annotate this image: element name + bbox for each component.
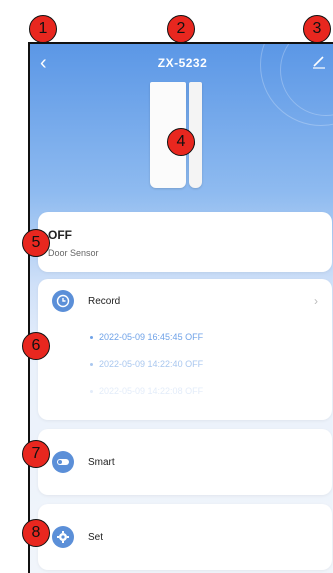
set-card[interactable]: Set [38, 504, 332, 570]
record-entry: 2022-05-09 16:45:45 OFF [90, 332, 203, 342]
annotation-marker-4: 4 [167, 128, 195, 156]
status-value: OFF [48, 228, 72, 242]
record-card[interactable]: Record › 2022-05-09 16:45:45 OFF 2022-05… [38, 279, 332, 420]
record-entry: 2022-05-09 14:22:40 OFF [90, 359, 203, 369]
status-card: OFF Door Sensor [38, 212, 332, 272]
annotation-marker-8: 8 [22, 519, 50, 547]
record-label: Record [88, 296, 121, 307]
annotation-marker-3: 3 [303, 15, 331, 43]
page-title: ZX-5232 [157, 56, 208, 70]
annotation-marker-5: 5 [22, 229, 50, 257]
toggle-icon [52, 451, 74, 473]
clock-icon [52, 290, 74, 312]
edit-icon[interactable] [311, 54, 327, 70]
annotation-marker-1: 1 [29, 15, 57, 43]
chevron-right-icon[interactable]: › [314, 294, 318, 308]
bullet-dot [90, 390, 93, 394]
top-bar: ‹ ZX-5232 [30, 44, 333, 84]
smart-card[interactable]: Smart [38, 429, 332, 495]
smart-label: Smart [88, 457, 115, 468]
bullet-dot [90, 363, 93, 367]
annotation-marker-6: 6 [22, 332, 50, 360]
annotation-marker-7: 7 [22, 440, 50, 468]
set-label: Set [88, 532, 104, 543]
device-screen: ‹ ZX-5232 ▸ ◂ OFF Door Sensor Record › 2… [28, 42, 333, 573]
bullet-dot [90, 336, 93, 340]
annotation-marker-2: 2 [167, 15, 195, 43]
record-entry: 2022-05-09 14:22:08 OFF [90, 386, 203, 396]
gear-icon [52, 526, 74, 548]
device-type-label: Door Sensor [48, 248, 99, 258]
